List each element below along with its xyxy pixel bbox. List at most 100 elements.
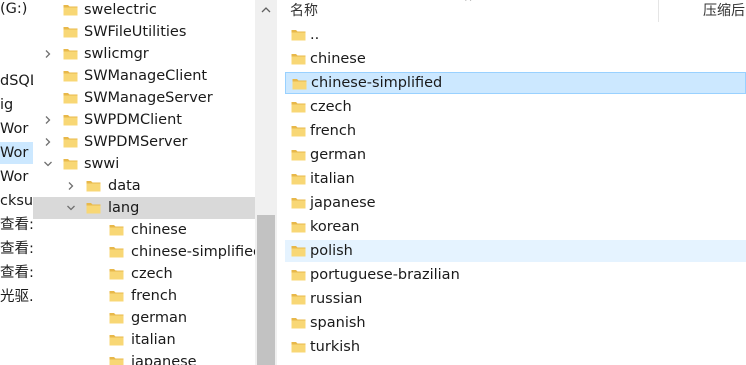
chevron-right-icon[interactable] [64, 179, 78, 193]
scroll-thumb[interactable] [257, 215, 275, 365]
file-list-row[interactable]: polish [285, 240, 746, 262]
file-name: russian [310, 291, 363, 307]
chevron-right-icon[interactable] [41, 113, 55, 127]
left-pane-item[interactable]: dSQL [0, 70, 33, 92]
file-list-row[interactable]: turkish [285, 336, 746, 358]
folder-icon [63, 3, 78, 16]
file-name: czech [310, 99, 352, 115]
tree-item[interactable]: japanese [33, 351, 255, 365]
chevron-right-icon[interactable] [41, 47, 55, 61]
tree-item-label: japanese [131, 354, 197, 365]
tree-item[interactable]: czech [33, 263, 255, 285]
folder-icon [63, 47, 78, 60]
folder-icon [63, 25, 78, 38]
folder-icon [291, 52, 306, 65]
tree-item[interactable]: german [33, 307, 255, 329]
file-name: chinese-simplified [311, 75, 443, 91]
folder-icon [63, 135, 78, 148]
folder-tree[interactable]: swelectric SWFileUtilities swlicmgr SWManag… [33, 0, 255, 365]
tree-item-label: chinese-simplified [131, 244, 255, 260]
folder-icon [63, 91, 78, 104]
file-list-row[interactable]: russian [285, 288, 746, 310]
tree-item-label: italian [131, 332, 176, 348]
tree-item[interactable]: SWManageServer [33, 87, 255, 109]
file-name: japanese [310, 195, 376, 211]
file-list-row[interactable]: spanish [285, 312, 746, 334]
tree-scrollbar[interactable] [255, 0, 277, 365]
chevron-down-icon[interactable] [64, 201, 78, 215]
left-pane-item[interactable]: cksu [0, 190, 33, 212]
file-name: italian [310, 171, 355, 187]
left-pane-item[interactable]: Wor [0, 142, 33, 164]
file-name: .. [310, 27, 320, 43]
folder-icon [109, 311, 124, 324]
left-pane-item[interactable]: ig [0, 94, 13, 116]
tree-item[interactable]: italian [33, 329, 255, 351]
folder-icon [291, 292, 306, 305]
left-pane-item[interactable]: 查看: [0, 238, 33, 260]
folder-icon [109, 223, 124, 236]
folder-icon [63, 69, 78, 82]
tree-item-label: swwi [84, 156, 120, 172]
file-list-row[interactable]: chinese-simplified [285, 72, 746, 94]
folder-icon [291, 220, 306, 233]
folder-icon [291, 268, 306, 281]
tree-item[interactable]: SWManageClient [33, 65, 255, 87]
tree-item[interactable]: chinese-simplified [33, 241, 255, 263]
left-pane-item[interactable]: Wor [0, 118, 28, 140]
folder-icon [292, 77, 307, 90]
tree-item[interactable]: lang [33, 197, 255, 219]
column-header-compressed[interactable]: 压缩后 [703, 0, 745, 22]
file-name: spanish [310, 315, 366, 331]
tree-item-label: czech [131, 266, 173, 282]
file-list-row[interactable]: portuguese-brazilian [285, 264, 746, 286]
file-list-row[interactable]: french [285, 120, 746, 142]
tree-item-label: chinese [131, 222, 187, 238]
file-list-row[interactable]: japanese [285, 192, 746, 214]
column-divider[interactable] [658, 0, 659, 22]
folder-icon [109, 289, 124, 302]
left-pane-item[interactable]: Wor [0, 166, 28, 188]
folder-icon [63, 113, 78, 126]
file-list-row[interactable]: chinese [285, 48, 746, 70]
file-list[interactable]: 名称 ^ 压缩后 .. chinese chinese-simplified czec… [277, 0, 746, 365]
tree-item[interactable]: SWFileUtilities [33, 21, 255, 43]
tree-item-label: swlicmgr [84, 46, 149, 62]
tree-item[interactable]: swelectric [33, 0, 255, 21]
file-name: korean [310, 219, 360, 235]
folder-icon [109, 245, 124, 258]
file-list-row[interactable]: italian [285, 168, 746, 190]
tree-item-label: SWPDMServer [84, 134, 188, 150]
tree-item-label: SWManageServer [84, 90, 213, 106]
file-name: german [310, 147, 367, 163]
tree-item[interactable]: french [33, 285, 255, 307]
left-pane-fragment: (G:)dSQLigWorWorWorcksu查看:查看:查看:光驱.e [0, 0, 33, 365]
folder-icon [291, 244, 306, 257]
chevron-down-icon[interactable] [41, 157, 55, 171]
folder-icon [291, 172, 306, 185]
file-list-row[interactable]: korean [285, 216, 746, 238]
file-name: polish [310, 243, 353, 259]
file-list-row[interactable]: german [285, 144, 746, 166]
tree-item[interactable]: SWPDMServer [33, 131, 255, 153]
column-header-name[interactable]: 名称 [290, 0, 318, 22]
file-list-row[interactable]: .. [285, 24, 746, 46]
left-pane-item[interactable]: 查看: [0, 214, 33, 236]
left-pane-item[interactable]: (G:) [0, 0, 27, 20]
scroll-up-icon[interactable] [255, 0, 277, 20]
folder-icon [291, 340, 306, 353]
tree-item[interactable]: swlicmgr [33, 43, 255, 65]
file-name: portuguese-brazilian [310, 267, 460, 283]
tree-item[interactable]: data [33, 175, 255, 197]
tree-item[interactable]: swwi [33, 153, 255, 175]
tree-item[interactable]: chinese [33, 219, 255, 241]
left-pane-item[interactable]: 光驱.e [0, 286, 33, 308]
file-list-row[interactable]: czech [285, 96, 746, 118]
left-pane-item[interactable]: 查看: [0, 262, 33, 284]
chevron-right-icon[interactable] [41, 135, 55, 149]
tree-item[interactable]: SWPDMClient [33, 109, 255, 131]
folder-icon [291, 196, 306, 209]
folder-icon [291, 148, 306, 161]
tree-item-label: swelectric [84, 2, 157, 18]
tree-item-label: german [131, 310, 188, 326]
